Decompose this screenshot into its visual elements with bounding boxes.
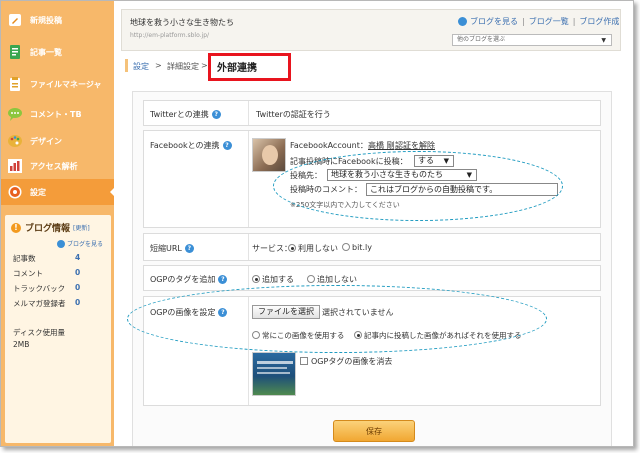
blog-header: 地球を救う小さな生き物たち http://em-platform.sblo.jp… [121,9,621,51]
sidebar-item-design[interactable]: デザイン [1,128,114,154]
file-select-button[interactable]: ファイルを選択 [252,305,320,319]
globe-icon [57,239,65,248]
sidebar-item-file-manager[interactable]: ファイルマネージャ [1,71,114,97]
help-icon[interactable]: ? [211,110,221,119]
sidebar-item-label: ファイルマネージャ [30,79,102,89]
post-target-select[interactable]: 地球を救う小さな生きものたち ▼ [327,169,477,181]
ogp-image-option-always[interactable]: 常にこの画像を使用する [252,330,344,341]
sidebar-item-label: 設定 [30,187,46,197]
ogp-image-label: OGPの画像を設定 ? [150,307,228,318]
sidebar-item-analytics[interactable]: アクセス解析 [1,153,114,179]
stat-posts: 記事数 4 [13,253,81,263]
help-icon[interactable]: ? [218,308,228,317]
comment-icon [7,106,23,122]
disk-usage-label: ディスク使用量 [13,328,65,337]
info-icon: ! [11,222,21,233]
facebook-label: Facebookとの連携 ? [150,140,232,151]
sidebar: 新規投稿 記事一覧 ファイルマネージャ コメント・TB デザイン アクセス解析 … [1,1,115,446]
ogp-tag-label: OGPのタグを追加 ? [150,274,228,285]
help-icon[interactable]: ? [222,141,232,150]
facebook-row: Facebookとの連携 ? FacebookAccount： 高橋 剛 認証を… [143,130,601,228]
blog-list-link[interactable]: ブログ一覧 [529,16,569,27]
short-url-option-none[interactable]: 利用しない [288,243,338,254]
view-blog-header-link[interactable]: ブログを見る [470,16,518,27]
stat-trackbacks: トラックバック 0 [13,283,81,293]
breadcrumb-settings-link[interactable]: 設定 [133,61,149,72]
sidebar-item-comments[interactable]: コメント・TB [1,101,114,127]
ogp-image-option-post-image[interactable]: 記事内に投稿した画像があればそれを使用する [354,330,522,341]
view-blog-link[interactable]: ブログを見る [57,239,103,248]
twitter-auth-link[interactable]: Twitterの認証を行う [256,109,331,120]
ogp-tag-option-add[interactable]: 追加する [252,274,294,285]
radio-button[interactable] [354,331,362,339]
bar-chart-icon [7,158,23,174]
highlight-box [208,53,291,81]
create-blog-link[interactable]: ブログ作成 [579,16,619,27]
ogp-tag-option-none[interactable]: 追加しない [307,274,357,285]
dropdown-arrow-icon: ▼ [443,157,449,165]
short-url-label: 短縮URL ? [150,243,194,254]
facebook-deauth-link[interactable]: 認証を解除 [395,140,435,151]
save-button[interactable]: 保存 [333,420,415,442]
comment-hint: ※250文字以内で入力してください [290,201,400,209]
pencil-icon [7,12,23,28]
sidebar-item-label: アクセス解析 [30,161,78,171]
disk-usage-value: 2MB [13,340,30,349]
twitter-row: Twitterとの連携 ? Twitterの認証を行う [143,100,601,126]
radio-button[interactable] [342,243,350,251]
blog-info-panel: ! ブログ情報 [更新] ブログを見る 記事数 4 コメント 0 トラックバック… [5,215,111,443]
other-blog-select[interactable]: 他のブログを選ぶ ▼ [452,34,612,46]
sidebar-item-settings[interactable]: 設定 [1,179,115,205]
blog-info-title: ! ブログ情報 [更新] [11,221,90,234]
post-comment-input[interactable]: これはブログからの自動投稿です。 [366,183,558,196]
post-target-label: 投稿先： [290,171,322,180]
sidebar-item-posts[interactable]: 記事一覧 [1,39,114,65]
facebook-avatar [252,138,286,172]
dropdown-arrow-icon: ▼ [466,171,472,179]
globe-icon [458,17,467,26]
ogp-image-delete-checkbox[interactable]: OGPタグの画像を消去 [300,356,392,367]
ogp-image-thumbnail [252,352,296,396]
post-comment-label: 投稿時のコメント： [290,185,362,194]
breadcrumb-advanced-settings-link[interactable]: 詳細設定 [167,61,199,72]
radio-button[interactable] [307,275,315,283]
blog-title: 地球を救う小さな生き物たち [130,18,234,27]
stat-comments: コメント 0 [13,268,81,278]
gear-icon [7,184,23,200]
sidebar-item-label: コメント・TB [30,109,82,119]
twitter-label: Twitterとの連携 ? [150,109,221,120]
sidebar-item-new-post[interactable]: 新規投稿 [1,7,114,33]
short-url-row: 短縮URL ? サービス： 利用しない bit.ly [143,233,601,261]
ogp-tag-row: OGPのタグを追加 ? 追加する 追加しない [143,265,601,291]
blog-url: http://em-platform.sblo.jp/ [130,32,210,39]
help-icon[interactable]: ? [218,275,228,284]
radio-button[interactable] [252,275,260,283]
sidebar-item-label: 記事一覧 [30,47,62,57]
palette-icon [7,133,23,149]
sidebar-item-label: デザイン [30,136,62,146]
help-icon[interactable]: ? [184,244,194,253]
header-links: ブログを見る | ブログ一覧 | ブログ作成 [458,16,619,27]
breadcrumb: 設定 > 詳細設定 > 外部連携 [121,57,621,77]
dropdown-arrow-icon: ▼ [601,37,606,44]
document-icon [7,44,23,60]
post-on-publish-label: 記事投稿時にFacebookに投稿： [290,157,408,166]
short-url-option-bitly[interactable]: bit.ly [342,243,372,252]
facebook-account-label: FacebookAccount： [290,141,368,150]
radio-button[interactable] [252,331,260,339]
checkbox[interactable] [300,357,308,365]
external-integration-panel: Twitterとの連携 ? Twitterの認証を行う Facebookとの連携… [132,91,612,446]
service-label: サービス： [252,244,292,253]
blog-info-update-link[interactable]: [更新] [73,223,90,232]
post-on-publish-select[interactable]: する ▼ [414,155,454,167]
stat-newsletter: メルマガ登録者 0 [13,298,81,308]
window-frame: 新規投稿 記事一覧 ファイルマネージャ コメント・TB デザイン アクセス解析 … [0,0,634,447]
radio-button[interactable] [288,244,296,252]
clipboard-icon [7,76,23,92]
sidebar-item-label: 新規投稿 [30,15,62,25]
facebook-account-name[interactable]: 高橋 剛 [368,140,395,151]
ogp-image-row: OGPの画像を設定 ? ファイルを選択 選択されていません 常にこの画像を使用す… [143,296,601,406]
file-status: 選択されていません [322,308,394,317]
